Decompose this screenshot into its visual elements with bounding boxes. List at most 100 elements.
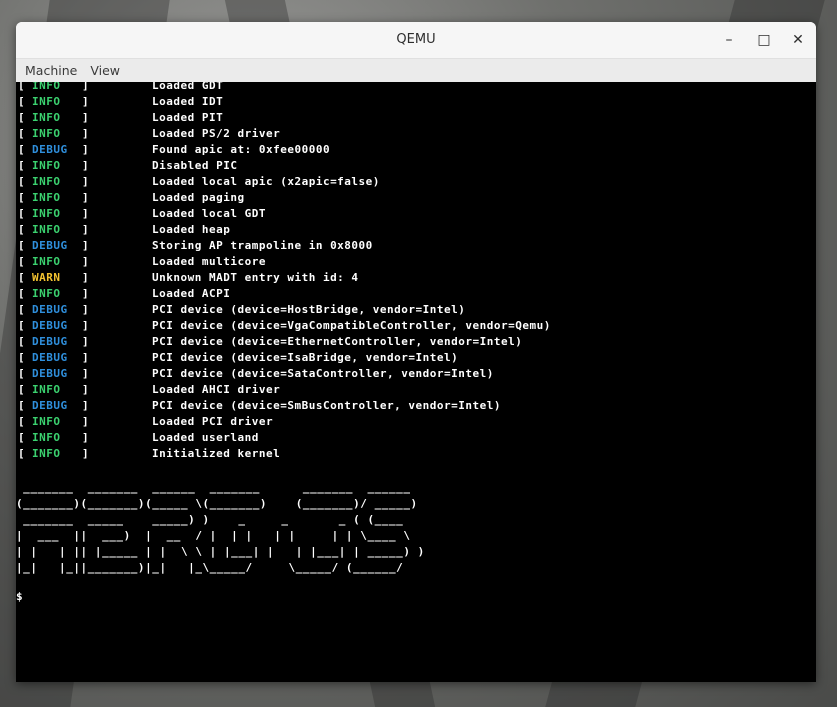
log-line: [INFO] Loaded PIT [18, 110, 551, 126]
log-bracket-close: ] [82, 287, 90, 300]
log-line: [INFO] Loaded ACPI [18, 286, 551, 302]
log-level: INFO [32, 111, 61, 124]
log-bracket-open: [ [18, 447, 26, 460]
log-line: [INFO] Loaded heap [18, 222, 551, 238]
ascii-logo-line: (_______)(_______)(_____ \(_______) (___… [16, 497, 418, 510]
log-bracket-close: ] [82, 383, 90, 396]
log-message: Disabled PIC [152, 159, 238, 172]
log-bracket-open: [ [18, 303, 26, 316]
log-bracket-open: [ [18, 223, 26, 236]
log-level: INFO [32, 191, 61, 204]
log-level: DEBUG [32, 351, 68, 364]
menu-machine[interactable]: Machine [20, 63, 82, 78]
log-bracket-close: ] [82, 335, 90, 348]
log-bracket-open: [ [18, 159, 26, 172]
log-bracket-close: ] [82, 207, 90, 220]
close-button[interactable]: ✕ [789, 31, 807, 49]
log-level: DEBUG [32, 239, 68, 252]
log-bracket-close: ] [82, 191, 90, 204]
log-bracket-open: [ [18, 431, 26, 444]
log-level: INFO [32, 287, 61, 300]
log-bracket-open: [ [18, 351, 26, 364]
log-line: [INFO] Loaded userland [18, 430, 551, 446]
vm-display[interactable]: [INFO] Loaded GDT [INFO] Loaded IDT [INFO] Lo… [16, 82, 816, 682]
log-line: [INFO] Loaded IDT [18, 94, 551, 110]
log-bracket-open: [ [18, 207, 26, 220]
log-bracket-close: ] [82, 351, 90, 364]
kernel-log: [INFO] Loaded GDT [INFO] Loaded IDT [INFO] Lo… [18, 82, 551, 462]
shell-prompt[interactable]: $ [16, 590, 23, 603]
log-bracket-close: ] [82, 95, 90, 108]
log-message: PCI device (device=VgaCompatibleControll… [152, 319, 551, 332]
log-line: [DEBUG] PCI device (device=SmBusControlle… [18, 398, 551, 414]
log-bracket-open: [ [18, 399, 26, 412]
log-bracket-open: [ [18, 287, 26, 300]
log-bracket-open: [ [18, 255, 26, 268]
ascii-logo-line: | | | || |_____ | | \ \ | |___| | | |___… [16, 545, 425, 558]
log-level: INFO [32, 159, 61, 172]
log-bracket-open: [ [18, 319, 26, 332]
log-bracket-open: [ [18, 415, 26, 428]
ascii-logo-line: |_| |_||_______)|_| |_\_____/ \_____/ (_… [16, 561, 411, 574]
log-message: Loaded heap [152, 223, 231, 236]
log-level: INFO [32, 127, 61, 140]
ascii-logo-line: | ___ || ___) | __ / | | | | | | | \____… [16, 529, 418, 542]
log-level: INFO [32, 207, 61, 220]
log-line: [DEBUG] PCI device (device=VgaCompatibleC… [18, 318, 551, 334]
log-message: PCI device (device=IsaBridge, vendor=Int… [152, 351, 459, 364]
log-bracket-close: ] [82, 303, 90, 316]
log-bracket-close: ] [82, 447, 90, 460]
log-bracket-open: [ [18, 82, 26, 92]
log-line: [INFO] Loaded paging [18, 190, 551, 206]
ascii-logo: _______ _______ ______ _______ _______ _… [16, 480, 425, 576]
log-message: Loaded AHCI driver [152, 383, 281, 396]
log-line: [ DEBUG] PCI device (device=IsaBridge, ven… [18, 350, 551, 366]
log-bracket-close: ] [82, 159, 90, 172]
ascii-logo-line: _______ _____ _____) ) _ _ _ ( (____ [16, 513, 418, 526]
log-bracket-close: ] [82, 415, 90, 428]
log-line: [DEBUG] PCI device (device=HostBridge, ve… [18, 302, 551, 318]
log-message: Found apic at: 0xfee00000 [152, 143, 331, 156]
menu-bar: Machine View [16, 59, 816, 83]
log-bracket-open: [ [18, 143, 26, 156]
log-level: INFO [32, 255, 61, 268]
log-message: Loaded local GDT [152, 207, 266, 220]
log-line: [ INFO] Loaded multicore [18, 254, 551, 270]
log-bracket-close: ] [82, 431, 90, 444]
log-line: [ DEBUG] Found apic at: 0xfee00000 [18, 142, 551, 158]
log-line: [WARN] Unknown MADT entry with id: 4 [18, 270, 551, 286]
log-level: INFO [32, 431, 61, 444]
log-line: [INFO] Loaded GDT [18, 82, 551, 94]
log-message: Loaded PIT [152, 111, 224, 124]
qemu-window: QEMU – □ ✕ Machine View [INFO] Loaded GDT… [16, 22, 816, 682]
log-level: DEBUG [32, 399, 68, 412]
log-level: INFO [32, 383, 61, 396]
menu-view[interactable]: View [85, 63, 125, 78]
log-bracket-open: [ [18, 383, 26, 396]
log-bracket-close: ] [82, 143, 90, 156]
maximize-button[interactable]: □ [755, 31, 773, 49]
minimize-button[interactable]: – [720, 31, 738, 49]
log-message: Loaded PS/2 driver [152, 127, 281, 140]
log-level: DEBUG [32, 367, 68, 380]
title-bar[interactable]: QEMU – □ ✕ [16, 22, 816, 59]
ascii-logo-line: _______ _______ ______ _______ _______ _… [16, 481, 418, 494]
log-line: [DEBUG] PCI device (device=EthernetContro… [18, 334, 551, 350]
log-message: PCI device (device=SmBusController, vend… [152, 399, 502, 412]
log-line: [INFO] Loaded local apic (x2apic=false) [18, 174, 551, 190]
log-message: Loaded IDT [152, 95, 224, 108]
log-bracket-close: ] [82, 271, 90, 284]
log-bracket-open: [ [18, 111, 26, 124]
log-message: Loaded local apic (x2apic=false) [152, 175, 380, 188]
log-bracket-open: [ [18, 127, 26, 140]
log-message: Loaded multicore [152, 255, 266, 268]
log-bracket-close: ] [82, 255, 90, 268]
log-bracket-close: ] [82, 127, 90, 140]
log-bracket-close: ] [82, 319, 90, 332]
log-level: DEBUG [32, 143, 68, 156]
log-message: Loaded GDT [152, 82, 224, 92]
log-bracket-close: ] [82, 175, 90, 188]
log-message: Loaded PCI driver [152, 415, 274, 428]
log-level: INFO [32, 223, 61, 236]
log-message: Initialized kernel [152, 447, 281, 460]
